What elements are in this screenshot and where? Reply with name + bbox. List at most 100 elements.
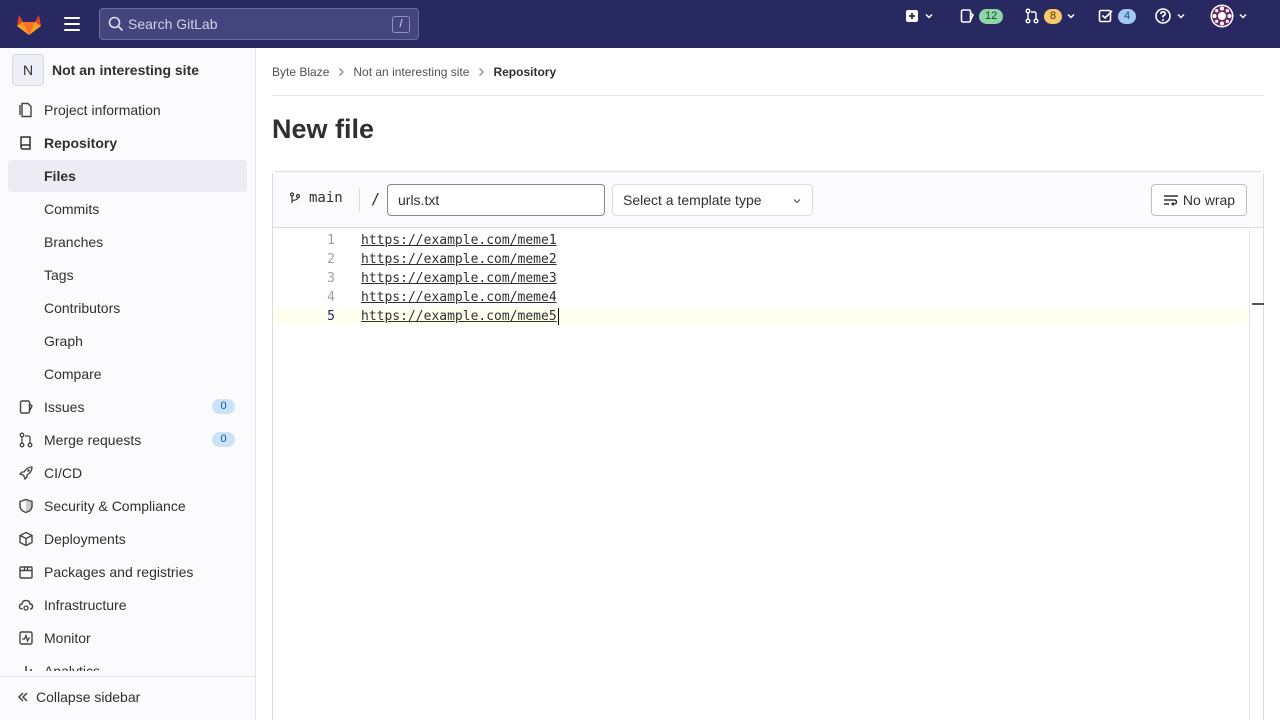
sidebar-item-label: Files [44, 168, 76, 184]
monitor-icon [19, 631, 33, 645]
chevron-down-icon [1177, 13, 1185, 19]
todo-checkbox-icon [1098, 9, 1113, 23]
create-new-dropdown[interactable] [904, 0, 934, 32]
project-avatar: N [12, 54, 44, 86]
breadcrumb-project-link[interactable]: Not an interesting site [353, 65, 469, 79]
issues-icon [960, 9, 975, 23]
sidebar-item-analytics[interactable]: Analytics [8, 655, 247, 671]
sidebar-item-packages[interactable]: Packages and registries [8, 556, 247, 588]
collapse-sidebar-button[interactable]: Collapse sidebar [0, 676, 255, 716]
top-navbar: / 12 8 4 [0, 0, 1280, 48]
sidebar-item-deployments[interactable]: Deployments [8, 523, 247, 555]
search-shortcut-hint: / [392, 16, 410, 33]
code-line[interactable]: 3 https://example.com/meme3 [273, 269, 1249, 288]
path-separator: / [371, 190, 381, 208]
chevron-right-icon [479, 67, 485, 76]
chart-icon [20, 666, 32, 671]
sidebar-item-commits[interactable]: Commits [8, 193, 247, 225]
code-line[interactable]: 5 https://example.com/meme5 [273, 307, 1249, 326]
plus-square-icon [906, 10, 918, 22]
package-icon [19, 566, 33, 579]
line-text[interactable]: https://example.com/meme1 [361, 231, 557, 250]
breadcrumb: Byte Blaze Not an interesting site Repos… [272, 48, 1264, 96]
chevron-right-icon [339, 67, 345, 76]
no-wrap-button[interactable]: No wrap [1151, 184, 1247, 216]
sidebar-item-label: Commits [44, 201, 100, 217]
toolbar-divider [359, 188, 360, 212]
page-title: New file [272, 114, 375, 144]
code-editor[interactable]: 1 https://example.com/meme1 2 https://examp… [273, 228, 1249, 720]
gitlab-logo-icon[interactable] [16, 12, 42, 36]
sidebar-item-branches[interactable]: Branches [8, 226, 247, 258]
todos-count-badge: 4 [1118, 8, 1137, 24]
sidebar-item-label: Analytics [44, 663, 101, 671]
breadcrumb-group-link[interactable]: Byte Blaze [272, 65, 329, 79]
sidebar-item-issues[interactable]: Issues 0 [8, 391, 247, 423]
line-text[interactable]: https://example.com/meme3 [361, 269, 557, 288]
sidebar-item-label: Tags [44, 267, 74, 283]
branch-name: main [309, 190, 343, 206]
code-line[interactable]: 2 https://example.com/meme2 [273, 250, 1249, 269]
soft-wrap-icon [1163, 195, 1178, 206]
template-type-placeholder: Select a template type [623, 192, 762, 208]
merge-requests-count-badge: 0 [212, 432, 235, 447]
rocket-icon [18, 466, 33, 481]
line-text[interactable]: https://example.com/meme5 [361, 307, 557, 326]
template-type-select[interactable]: Select a template type [612, 184, 813, 216]
scrollbar-cursor-marker [1252, 303, 1264, 305]
sidebar-item-infrastructure[interactable]: Infrastructure [8, 589, 247, 621]
sidebar-item-merge-requests[interactable]: Merge requests 0 [8, 424, 247, 456]
sidebar-item-label: Compare [44, 366, 102, 382]
sidebar-item-monitor[interactable]: Monitor [8, 622, 247, 654]
todos-nav-button[interactable]: 4 [1098, 0, 1137, 32]
issues-nav-button[interactable]: 12 [959, 0, 1004, 32]
sidebar-item-project-information[interactable]: Project information [8, 94, 247, 126]
sidebar-item-label: Merge requests [44, 432, 142, 448]
merge-request-icon [1025, 8, 1039, 24]
search-bar[interactable]: / [99, 8, 419, 40]
sidebar-item-label: Project information [44, 102, 161, 118]
text-cursor [558, 308, 559, 325]
sidebar-item-label: Monitor [44, 630, 91, 646]
help-dropdown[interactable] [1154, 0, 1186, 32]
sidebar-item-repository[interactable]: Repository [8, 127, 247, 159]
sidebar-item-label: Branches [44, 234, 104, 250]
search-input[interactable] [128, 16, 388, 32]
menu-icon[interactable] [62, 14, 82, 34]
sidebar-item-graph[interactable]: Graph [8, 325, 247, 357]
branch-icon [289, 192, 301, 203]
sidebar-item-label: Security & Compliance [44, 498, 186, 514]
sidebar-item-label: Packages and registries [44, 564, 194, 580]
line-text[interactable]: https://example.com/meme4 [361, 288, 557, 307]
line-number: 1 [327, 233, 335, 248]
breadcrumb-current[interactable]: Repository [493, 65, 556, 79]
sidebar-item-tags[interactable]: Tags [8, 259, 247, 291]
sidebar-item-compare[interactable]: Compare [8, 358, 247, 390]
line-text[interactable]: https://example.com/meme2 [361, 250, 557, 269]
merge-requests-nav-button[interactable]: 8 [1024, 0, 1076, 32]
issues-icon [19, 400, 33, 414]
chevron-down-icon [925, 13, 933, 19]
file-name-input[interactable] [387, 184, 605, 216]
code-line[interactable]: 4 https://example.com/meme4 [273, 288, 1249, 307]
chevron-down-icon [1067, 13, 1075, 19]
project-name: Not an interesting site [52, 62, 200, 78]
sidebar-project-header[interactable]: N Not an interesting site [12, 54, 199, 86]
sidebar-item-label: Infrastructure [44, 597, 127, 613]
sidebar-item-label: Repository [44, 135, 118, 151]
sidebar-item-label: Issues [44, 399, 85, 415]
sidebar-item-security[interactable]: Security & Compliance [8, 490, 247, 522]
sidebar: N Not an interesting site Project inform… [0, 48, 256, 720]
line-number: 5 [327, 309, 335, 324]
issues-count-badge: 0 [212, 399, 235, 414]
file-editor-toolbar: main / Select a template type No wrap [273, 172, 1263, 228]
code-line[interactable]: 1 https://example.com/meme1 [273, 231, 1249, 250]
sidebar-item-cicd[interactable]: CI/CD [8, 457, 247, 489]
sidebar-item-files[interactable]: Files [8, 160, 247, 192]
user-menu-dropdown[interactable] [1210, 0, 1248, 32]
sidebar-item-contributors[interactable]: Contributors [8, 292, 247, 324]
line-number: 2 [327, 252, 335, 267]
file-editor: main / Select a template type No wrap 1 h… [272, 171, 1264, 720]
editor-scrollbar[interactable] [1249, 228, 1264, 720]
shield-icon [19, 498, 33, 514]
